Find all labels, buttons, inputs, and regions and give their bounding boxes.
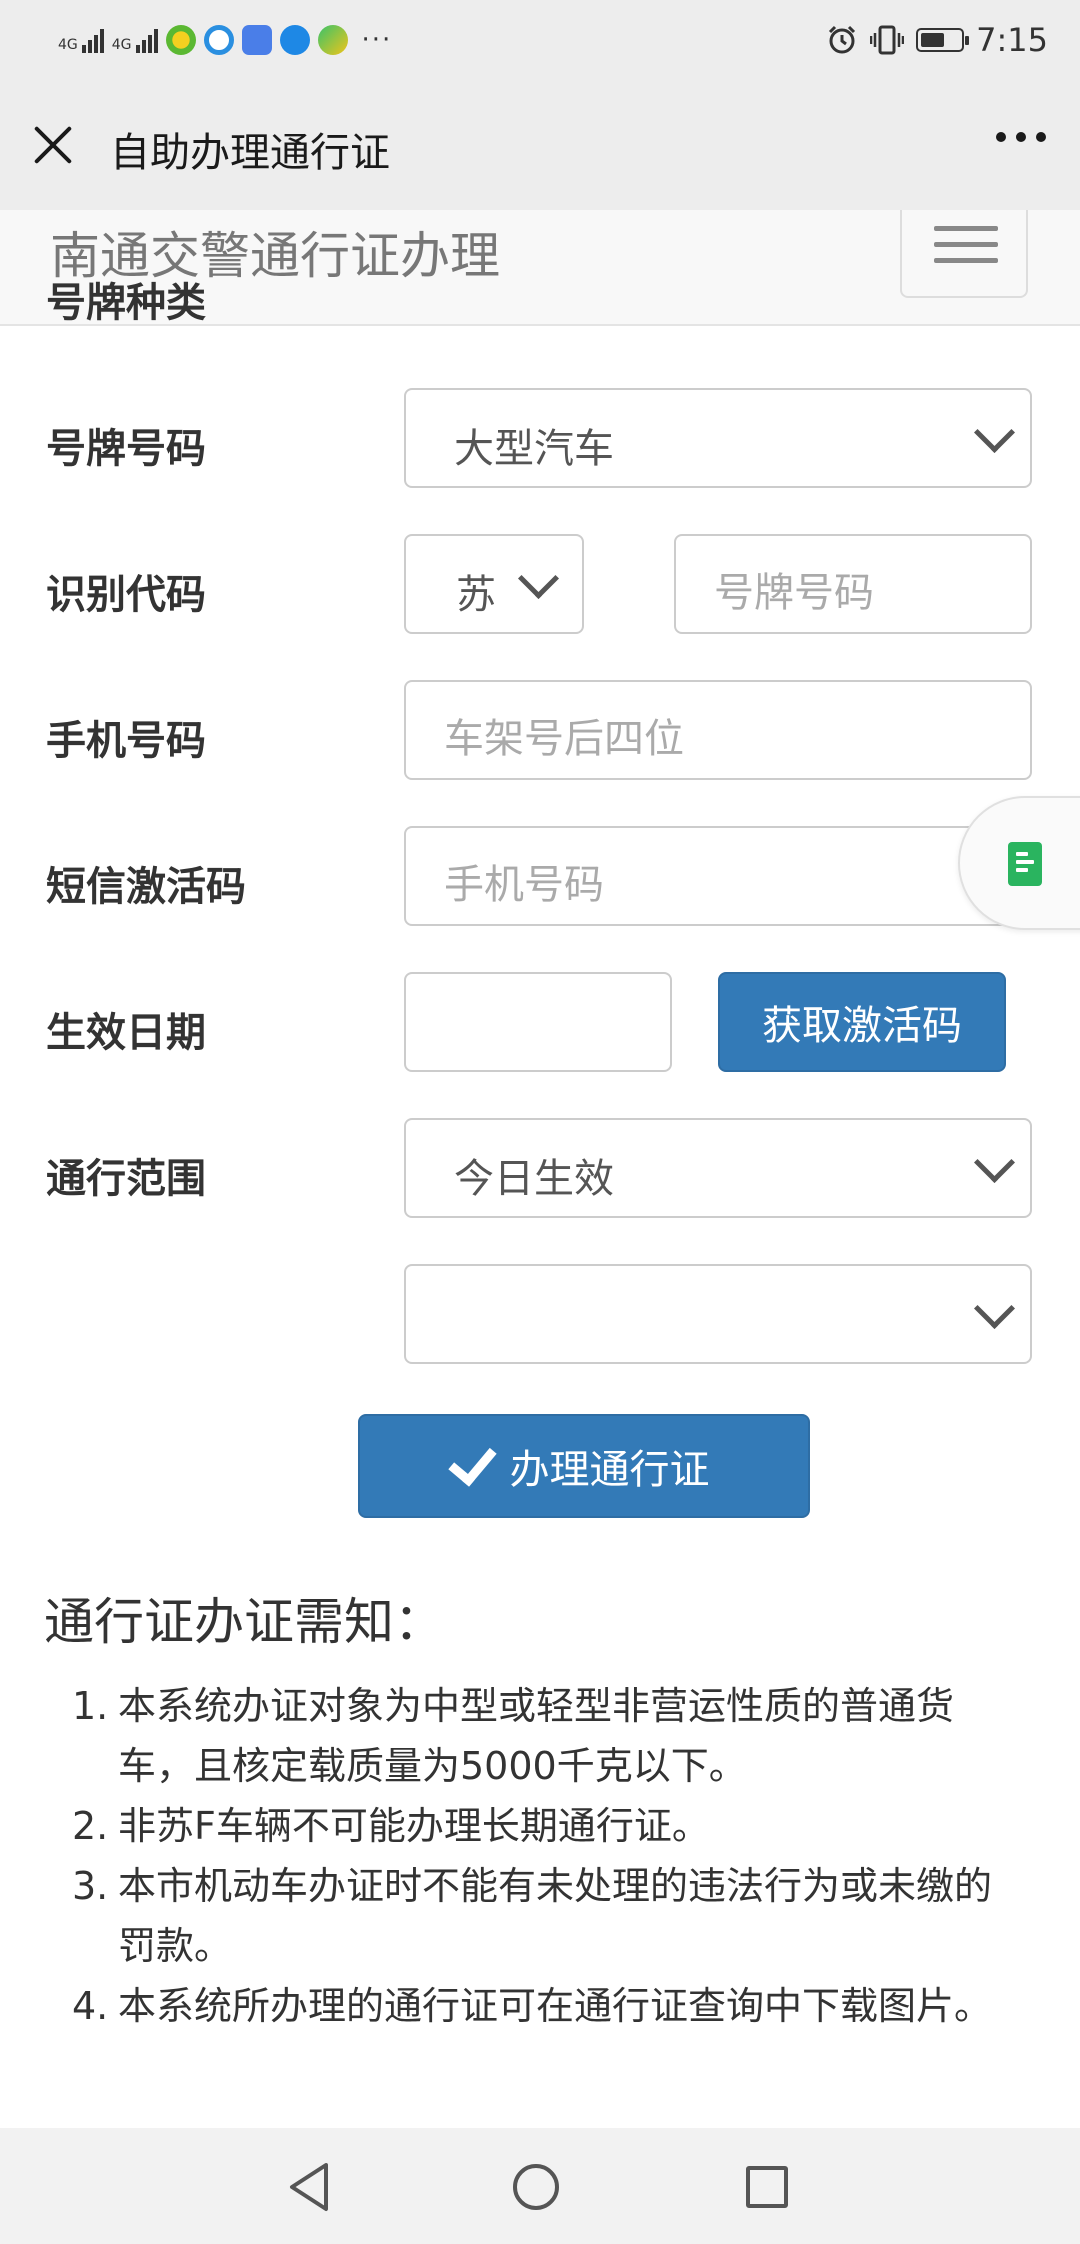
clock: 7:15: [976, 21, 1048, 59]
home-icon[interactable]: [513, 2164, 559, 2210]
submit-permit-button[interactable]: 办理通行证: [358, 1414, 810, 1518]
notice-item: 3. 本市机动车办证时不能有未处理的违法行为或未缴的罚款。: [72, 1864, 993, 1968]
submit-permit-label: 办理通行证: [509, 1447, 710, 1493]
get-sms-code-button[interactable]: 获取激活码: [718, 972, 1006, 1072]
menu-toggle-button[interactable]: [900, 210, 1028, 298]
phone-input[interactable]: 手机号码: [404, 826, 1032, 926]
signal-icon: 4G: [58, 27, 104, 53]
phone-label: 手机号码: [46, 718, 206, 764]
app-notification-icon-4: [279, 25, 310, 55]
chevron-down-icon: [517, 557, 560, 600]
phone-placeholder: 手机号码: [444, 862, 604, 908]
status-right: 7:15: [826, 18, 1048, 62]
alarm-icon: [829, 25, 856, 54]
plate-type-select[interactable]: 大型汽车: [404, 388, 1032, 488]
signal-icon-2: 4G: [112, 27, 158, 53]
check-icon: [447, 1435, 497, 1487]
vin-placeholder: 车架号后四位: [444, 716, 684, 762]
plate-number-label: 号牌号码: [46, 426, 206, 472]
plate-type-label: 号牌种类: [46, 280, 206, 326]
chevron-down-icon: [973, 1141, 1016, 1184]
effective-date-label: 生效日期: [46, 1010, 206, 1056]
sms-code-label: 短信激活码: [46, 864, 246, 910]
get-sms-code-label: 获取激活码: [762, 1003, 962, 1049]
vin-input[interactable]: 车架号后四位: [404, 680, 1032, 780]
more-notifications: ···: [361, 25, 393, 55]
plate-type-value: 大型汽车: [454, 426, 614, 472]
more-icon[interactable]: [996, 132, 1046, 142]
app-notification-icon-2: [203, 25, 234, 55]
notice-title: 通行证办证需知：: [44, 1593, 444, 1651]
scope-label: 通行范围: [46, 1156, 206, 1202]
chevron-down-icon: [973, 1287, 1016, 1330]
battery-icon: [916, 28, 970, 52]
back-icon[interactable]: [284, 2160, 334, 2214]
nav-bar: 自助办理通行证: [0, 80, 1080, 210]
scope-select[interactable]: [404, 1264, 1032, 1364]
plate-number-placeholder: 号牌号码: [714, 570, 874, 616]
effective-date-value: 今日生效: [454, 1156, 614, 1202]
status-left: 4G 4G ···: [58, 20, 392, 60]
effective-date-select[interactable]: 今日生效: [404, 1118, 1032, 1218]
system-nav-bar: [0, 2128, 1080, 2244]
app-notification-icon-1: [165, 25, 196, 55]
recents-icon[interactable]: [746, 2166, 788, 2208]
sms-code-input[interactable]: [404, 972, 672, 1072]
network-type-1: 4G: [58, 37, 78, 53]
vibrate-icon: [870, 25, 905, 55]
network-type-2: 4G: [111, 37, 132, 53]
app-notification-icon-5: [317, 25, 348, 55]
province-value: 苏: [456, 572, 496, 618]
app-notification-icon-3: [241, 25, 272, 55]
notice-item: 4. 本系统所办理的通行证可在通行证查询中下载图片。: [72, 1984, 993, 2028]
chevron-down-icon: [973, 411, 1016, 454]
close-icon[interactable]: [30, 122, 76, 168]
notice-list: 1. 本系统办证对象为中型或轻型非营运性质的普通货车，且核定载质量为5000千克以…: [72, 1676, 1018, 2036]
status-bar: 4G 4G ··· 7:15: [0, 0, 1080, 80]
vin-label: 识别代码: [46, 572, 206, 618]
plate-number-input[interactable]: 号牌号码: [674, 534, 1032, 634]
document-icon: [1008, 842, 1042, 886]
province-select[interactable]: 苏: [404, 534, 584, 634]
notice-item: 2. 非苏F车辆不可能办理长期通行证。: [72, 1804, 710, 1848]
nav-title: 自助办理通行证: [110, 130, 390, 176]
floating-side-button[interactable]: [958, 796, 1080, 930]
notice-item: 1. 本系统办证对象为中型或轻型非营运性质的普通货车，且核定载质量为5000千克以…: [72, 1684, 955, 1788]
